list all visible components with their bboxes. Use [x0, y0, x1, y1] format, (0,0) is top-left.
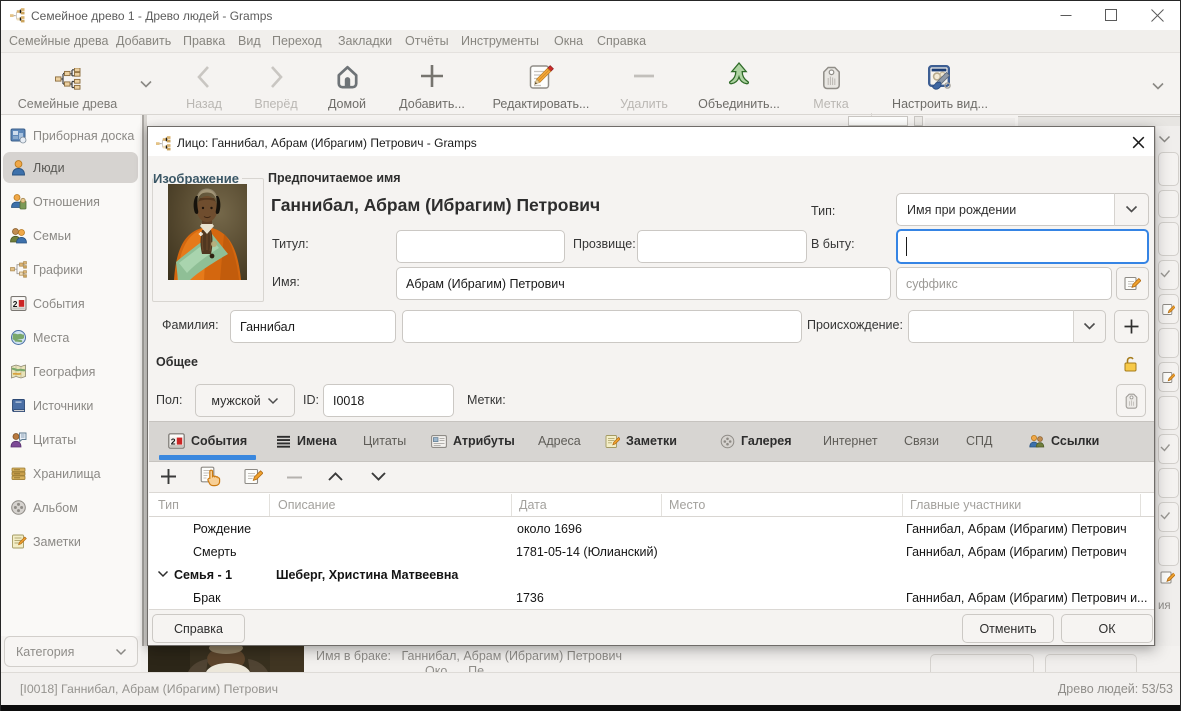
svg-text:2: 2: [13, 299, 18, 309]
svg-text:2: 2: [171, 437, 176, 447]
